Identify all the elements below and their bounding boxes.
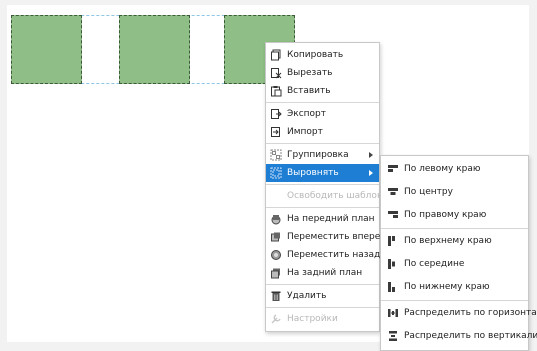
menu-separator bbox=[266, 307, 379, 308]
menu-item-label: Переместить назад bbox=[287, 250, 381, 260]
menu-separator bbox=[381, 228, 528, 229]
submenu-arrow-icon bbox=[369, 152, 373, 158]
align-item-label: Распределить по вертикали bbox=[404, 331, 537, 341]
align-item-label: По нижнему краю bbox=[404, 282, 490, 292]
align-right-item[interactable]: По правому краю bbox=[381, 204, 528, 227]
menu-item-cut[interactable]: Вырезать bbox=[266, 64, 379, 82]
menu-item-align[interactable]: Выровнять bbox=[266, 164, 379, 182]
menu-item-label: Вырезать bbox=[287, 68, 333, 78]
distribute-horizontal-icon bbox=[387, 307, 399, 319]
align-bottom-item[interactable]: По нижнему краю bbox=[381, 276, 528, 299]
menu-item-move-forward[interactable]: Переместить вперед bbox=[266, 228, 387, 246]
distribute-vertical-item[interactable]: Распределить по вертикали bbox=[381, 325, 537, 348]
export-icon bbox=[270, 108, 282, 120]
menu-item-settings[interactable]: Настройки bbox=[266, 310, 379, 328]
menu-item-export[interactable]: Экспорт bbox=[266, 105, 379, 123]
menu-item-label: На задний план bbox=[287, 268, 363, 278]
menu-item-label: Переместить вперед bbox=[287, 232, 387, 242]
context-menu: Копировать Вырезать Вставить Экспорт Имп… bbox=[265, 42, 387, 332]
align-item-label: По левому краю bbox=[404, 164, 481, 174]
cut-icon bbox=[270, 67, 282, 79]
move-forward-icon bbox=[270, 231, 282, 243]
menu-separator bbox=[266, 143, 379, 144]
align-icon bbox=[270, 167, 282, 179]
align-submenu: По левому краю По центру По правому краю… bbox=[380, 155, 537, 351]
menu-item-label: Группировка bbox=[287, 150, 349, 160]
menu-separator bbox=[266, 184, 379, 185]
paste-icon bbox=[270, 85, 282, 97]
copy-icon bbox=[270, 49, 282, 61]
align-item-label: По верхнему краю bbox=[404, 236, 492, 246]
menu-item-release-template[interactable]: Освободить шаблон bbox=[266, 187, 383, 205]
trash-icon bbox=[270, 290, 282, 302]
menu-item-send-back[interactable]: На задний план bbox=[266, 264, 379, 282]
menu-item-label: Импорт bbox=[287, 127, 323, 137]
move-backward-icon bbox=[270, 249, 282, 261]
menu-item-label: Освободить шаблон bbox=[287, 191, 383, 201]
menu-item-label: Удалить bbox=[287, 291, 327, 301]
shape-1[interactable] bbox=[11, 15, 82, 84]
menu-item-paste[interactable]: Вставить bbox=[266, 82, 379, 100]
shape-2[interactable] bbox=[119, 15, 190, 84]
menu-item-move-backward[interactable]: Переместить назад bbox=[266, 246, 381, 264]
menu-separator bbox=[266, 102, 379, 103]
align-middle-item[interactable]: По середине bbox=[381, 253, 528, 276]
menu-item-label: Вставить bbox=[287, 86, 331, 96]
align-item-label: По середине bbox=[404, 259, 465, 269]
import-icon bbox=[270, 126, 282, 138]
menu-item-delete[interactable]: Удалить bbox=[266, 287, 379, 305]
group-icon bbox=[270, 149, 282, 161]
settings-icon bbox=[270, 313, 282, 325]
menu-item-label: Выровнять bbox=[287, 168, 339, 178]
send-back-icon bbox=[270, 267, 282, 279]
align-right-icon bbox=[387, 209, 399, 221]
align-bottom-icon bbox=[387, 281, 399, 293]
align-middle-icon bbox=[387, 258, 399, 270]
align-item-label: Распределить по горизонтали bbox=[404, 308, 537, 318]
menu-item-group[interactable]: Группировка bbox=[266, 146, 379, 164]
menu-item-label: Копировать bbox=[287, 50, 344, 60]
align-top-item[interactable]: По верхнему краю bbox=[381, 230, 528, 253]
menu-item-label: Экспорт bbox=[287, 109, 327, 119]
menu-separator bbox=[381, 300, 528, 301]
bring-front-icon bbox=[270, 213, 282, 225]
align-left-item[interactable]: По левому краю bbox=[381, 158, 528, 181]
distribute-vertical-icon bbox=[387, 330, 399, 342]
menu-item-label: На передний план bbox=[287, 214, 375, 224]
align-center-icon bbox=[387, 186, 399, 198]
align-center-item[interactable]: По центру bbox=[381, 181, 528, 204]
align-top-icon bbox=[387, 235, 399, 247]
align-item-label: По правому краю bbox=[404, 210, 487, 220]
menu-separator bbox=[266, 207, 379, 208]
menu-item-import[interactable]: Импорт bbox=[266, 123, 379, 141]
align-left-icon bbox=[387, 163, 399, 175]
menu-item-copy[interactable]: Копировать bbox=[266, 46, 379, 64]
submenu-arrow-icon bbox=[369, 170, 373, 176]
menu-item-label: Настройки bbox=[287, 314, 338, 324]
menu-separator bbox=[266, 284, 379, 285]
menu-item-bring-front[interactable]: На передний план bbox=[266, 210, 379, 228]
align-item-label: По центру bbox=[404, 187, 453, 197]
distribute-horizontal-item[interactable]: Распределить по горизонтали bbox=[381, 302, 537, 325]
